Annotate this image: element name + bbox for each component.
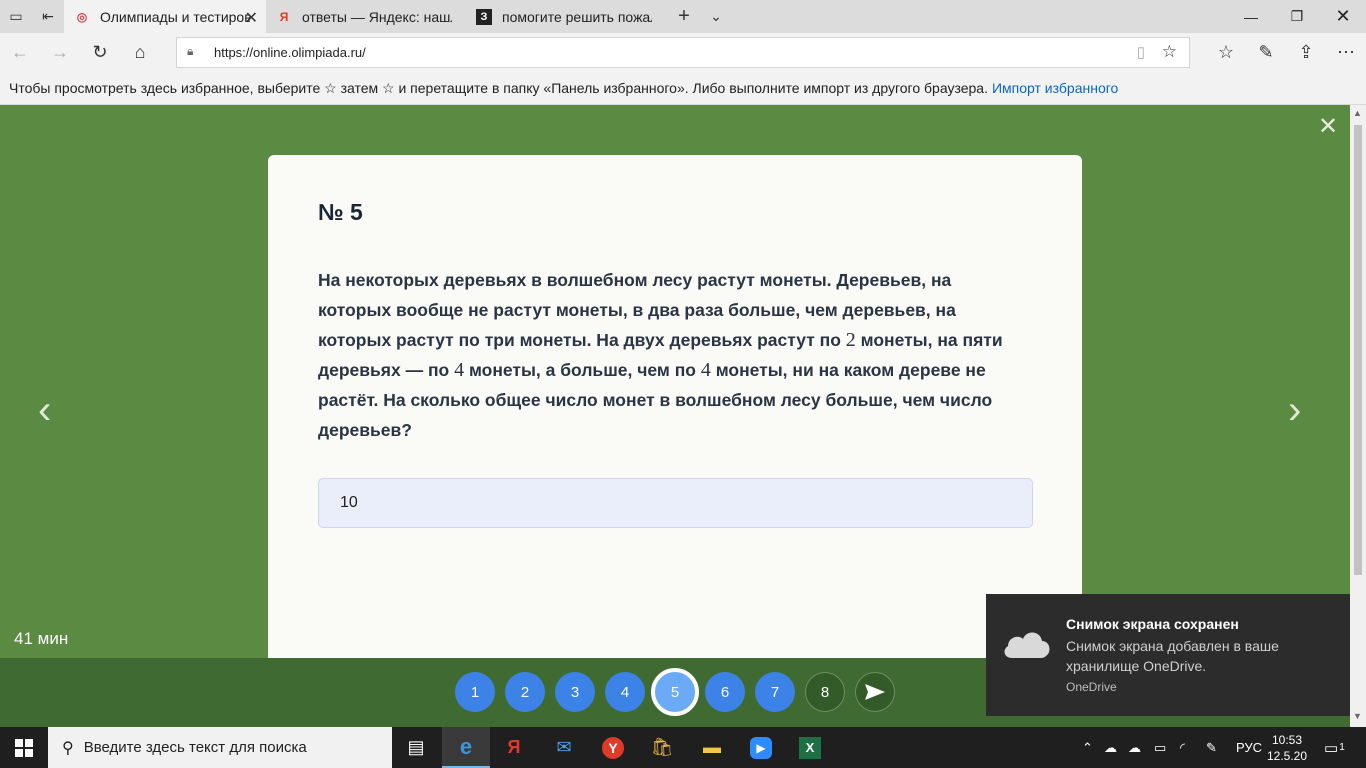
question-text-part: монеты, а больше, чем по: [464, 360, 701, 380]
question-card: № 5 На некоторых деревьях в волшебном ле…: [268, 155, 1082, 658]
start-button[interactable]: [0, 727, 48, 768]
favorites-list-icon[interactable]: ☆: [1206, 33, 1246, 72]
excel-app-icon[interactable]: X: [786, 727, 834, 768]
question-button-8[interactable]: 8: [805, 672, 845, 712]
chevron-down-icon[interactable]: ⌄: [700, 0, 732, 33]
onedrive-tray-icon-2[interactable]: ☁: [1128, 727, 1141, 768]
previous-arrow-icon[interactable]: ‹: [38, 390, 51, 430]
pen-icon[interactable]: ✎: [1246, 33, 1286, 72]
favorites-bar-text: Чтобы просмотреть здесь избранное, выбер…: [9, 79, 988, 96]
new-tab-icon[interactable]: +: [668, 0, 700, 33]
windows-logo-icon: [15, 738, 33, 757]
toast-title: Снимок экрана сохранен: [1066, 616, 1239, 632]
next-arrow-icon[interactable]: ›: [1288, 390, 1301, 430]
onedrive-toast[interactable]: Снимок экрана сохранен Снимок экрана доб…: [986, 594, 1350, 716]
question-button-1[interactable]: 1: [455, 672, 495, 712]
clock[interactable]: 10:53 12.5.20: [1262, 732, 1312, 764]
close-icon[interactable]: ✕: [1318, 115, 1338, 139]
timer: 41 мин: [14, 629, 69, 648]
toast-source: OneDrive: [1066, 680, 1117, 694]
tab-olimpiada[interactable]: ◎ Олимпиады и тестирова ✕: [64, 0, 266, 33]
pen-tray-icon[interactable]: ✎: [1206, 727, 1217, 768]
page-content: ✕ ‹ › 41 мин № 5 На некоторых деревьях в…: [0, 105, 1350, 658]
tab-title: Олимпиады и тестирова: [100, 8, 250, 25]
url-text[interactable]: https://online.olimpiada.ru/: [214, 45, 366, 60]
question-text: На некоторых деревьях в волшебном лесу р…: [318, 265, 1008, 445]
tab-manager-icon[interactable]: ▭: [0, 0, 32, 33]
tab-yandex[interactable]: Я ответы — Яндекс: нашлось: [266, 0, 466, 33]
cloud-icon: [1004, 632, 1050, 658]
znanija-favicon-icon: З: [476, 8, 492, 25]
scroll-down-icon[interactable]: ▼: [1353, 711, 1362, 721]
answer-input[interactable]: 10: [318, 478, 1033, 528]
question-number-value: 4: [700, 359, 711, 381]
window-close-icon[interactable]: ✕: [1320, 0, 1366, 33]
forward-icon[interactable]: →: [40, 33, 80, 72]
scroll-up-icon[interactable]: ▲: [1353, 108, 1362, 118]
action-center-icon[interactable]: ▭ 1: [1324, 727, 1345, 768]
taskbar-search[interactable]: ⚲ Введите здесь текст для поиска: [48, 727, 392, 768]
clock-date: 12.5.20: [1266, 749, 1308, 763]
yandex-app-icon[interactable]: Я: [490, 727, 538, 768]
zoom-app-icon[interactable]: ▶: [737, 727, 785, 768]
send-icon: [865, 684, 885, 700]
windows-taskbar: ⚲ Введите здесь текст для поиска ▤ e Я ✉…: [0, 727, 1366, 768]
set-aside-tabs-icon[interactable]: ⇤: [32, 0, 64, 33]
notification-count: 1: [1339, 742, 1345, 753]
address-bar[interactable]: 🔒︎ https://online.olimpiada.ru/ ▯ ☆: [176, 37, 1190, 68]
battery-icon[interactable]: ▭: [1154, 727, 1166, 768]
question-button-3[interactable]: 3: [555, 672, 595, 712]
question-number: № 5: [318, 199, 363, 225]
question-button-2[interactable]: 2: [505, 672, 545, 712]
question-button-4[interactable]: 4: [605, 672, 645, 712]
question-number-value: 2: [845, 329, 856, 351]
yandex-browser-icon[interactable]: Y: [589, 727, 637, 768]
question-button-6[interactable]: 6: [705, 672, 745, 712]
page-scrollbar[interactable]: ▲ ▼: [1350, 105, 1366, 727]
back-icon[interactable]: ←: [0, 33, 40, 72]
favorites-bar: Чтобы просмотреть здесь избранное, выбер…: [0, 72, 1366, 105]
home-icon[interactable]: ⌂: [120, 33, 160, 72]
minimize-icon[interactable]: —: [1228, 0, 1274, 33]
mail-app-icon[interactable]: ✉: [540, 727, 588, 768]
tab-title: помогите решить пожалуй: [502, 8, 652, 25]
task-view-icon[interactable]: ▤: [392, 727, 440, 768]
search-icon: ⚲: [62, 739, 74, 757]
tab-bar: ▭ ⇤ ◎ Олимпиады и тестирова ✕ Я ответы —…: [0, 0, 1366, 33]
onedrive-tray-icon[interactable]: ☁: [1104, 727, 1117, 768]
store-app-icon[interactable]: 🛍︎: [638, 727, 686, 768]
share-icon[interactable]: ⇪: [1286, 33, 1326, 72]
search-placeholder: Введите здесь текст для поиска: [83, 739, 307, 756]
clock-time: 10:53: [1271, 733, 1303, 747]
question-button-5[interactable]: 5: [651, 668, 699, 716]
close-tab-icon[interactable]: ✕: [245, 8, 258, 28]
chat-icon: ▭: [1324, 739, 1339, 757]
wifi-icon[interactable]: ◜: [1180, 727, 1185, 768]
restore-icon[interactable]: ❐: [1274, 0, 1320, 33]
file-explorer-icon[interactable]: ▬: [688, 727, 736, 768]
import-favorites-link[interactable]: Импорт избранного: [992, 80, 1118, 96]
more-icon[interactable]: ⋯: [1326, 33, 1366, 72]
favorite-star-icon[interactable]: ☆: [1162, 42, 1177, 62]
scroll-thumb[interactable]: [1354, 125, 1362, 575]
yandex-favicon-icon: Я: [279, 9, 289, 24]
tab-title: ответы — Яндекс: нашлось: [302, 8, 452, 25]
toast-body: Снимок экрана добавлен в ваше хранилище …: [1066, 638, 1279, 674]
question-button-7[interactable]: 7: [755, 672, 795, 712]
olimpiada-favicon-icon: ◎: [76, 9, 88, 24]
tab-znanija[interactable]: З помогите решить пожалуй: [466, 0, 666, 33]
reading-view-icon[interactable]: ▯: [1137, 43, 1145, 61]
refresh-icon[interactable]: ↻: [80, 33, 120, 72]
send-button[interactable]: [855, 672, 895, 712]
lock-icon: 🔒︎: [187, 44, 194, 58]
language-indicator[interactable]: РУС: [1236, 727, 1262, 768]
show-hidden-icons[interactable]: ⌃: [1082, 727, 1093, 768]
question-number-value: 4: [454, 359, 465, 381]
address-toolbar: ← → ↻ ⌂ 🔒︎ https://online.olimpiada.ru/ …: [0, 33, 1366, 72]
edge-app-icon[interactable]: e: [442, 727, 490, 768]
